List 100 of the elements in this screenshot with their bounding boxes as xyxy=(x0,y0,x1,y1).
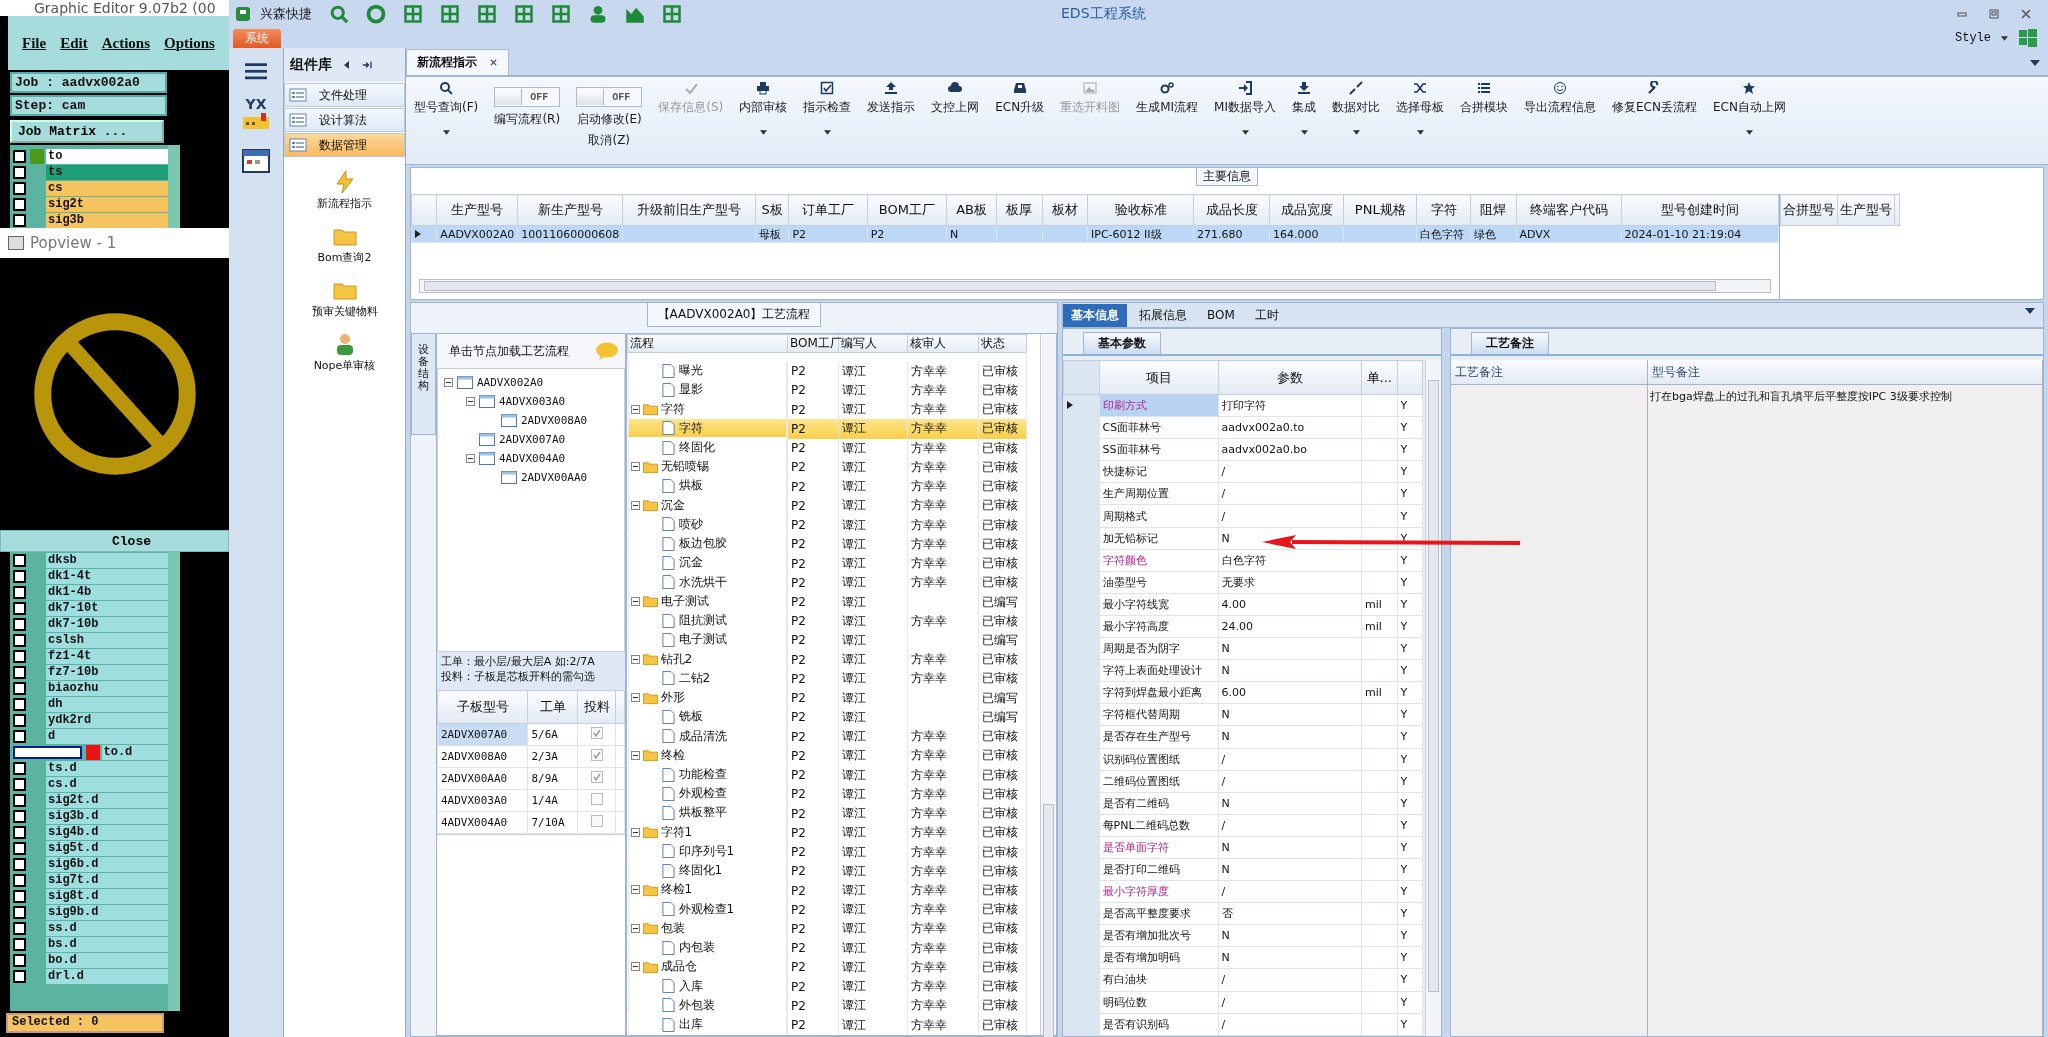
tree-node[interactable]: 字符 xyxy=(660,400,685,418)
menu-item[interactable]: Actions xyxy=(101,34,150,52)
caret-icon[interactable] xyxy=(1300,130,1308,135)
tree-node[interactable]: 字符1 xyxy=(660,823,693,841)
layer-row[interactable]: dk7-10t xyxy=(46,600,168,616)
layer-row[interactable]: sig7t.d xyxy=(46,872,168,888)
tree-node[interactable]: 曝光 xyxy=(678,362,703,380)
caret-icon[interactable] xyxy=(442,130,450,135)
tree-node[interactable]: 显影 xyxy=(678,381,703,399)
tree-node[interactable]: 外形 xyxy=(660,689,685,707)
job-matrix-button[interactable]: Job Matrix ... xyxy=(10,120,164,143)
tree-node[interactable]: 终固化 xyxy=(678,439,715,456)
layer-row[interactable]: dk1-4b xyxy=(46,584,168,600)
layer-checkbox[interactable] xyxy=(13,197,26,211)
column-header[interactable]: 升级前旧生产型号 xyxy=(622,194,756,226)
tree-node[interactable]: 铣板 xyxy=(678,708,703,726)
collapse-icon[interactable] xyxy=(466,454,475,463)
layer-row[interactable]: sig4b.d xyxy=(46,824,168,840)
column-header[interactable]: 订单工厂 xyxy=(788,194,868,226)
collapse-icon[interactable] xyxy=(630,596,640,606)
menu-icon[interactable] xyxy=(245,62,267,80)
collapse-icon[interactable] xyxy=(630,654,640,664)
layer-checkbox[interactable] xyxy=(13,809,26,823)
toolbar-button[interactable]: MI数据导入 xyxy=(1214,99,1276,116)
tool-label[interactable]: Bom查询2 xyxy=(317,250,372,265)
style-menu[interactable]: Style xyxy=(1955,31,1991,45)
tab[interactable]: 拓展信息 xyxy=(1131,303,1195,327)
layer-checkbox[interactable] xyxy=(13,761,26,775)
tree-node[interactable]: 水洗烘干 xyxy=(678,573,727,591)
layer-row[interactable]: dk7-10b xyxy=(46,616,168,632)
tree-node[interactable]: 字符 xyxy=(678,419,703,437)
tree-node[interactable]: 喷砂 xyxy=(678,515,703,533)
toolbar-button[interactable]: 指示检查 xyxy=(803,99,852,116)
layer-row[interactable]: ydk2rd xyxy=(46,712,168,728)
tree-node[interactable]: AADVX002A0 xyxy=(477,376,544,389)
column-header[interactable]: 参数 xyxy=(1218,360,1362,395)
checkbox-icon[interactable] xyxy=(820,81,835,95)
column-header[interactable]: 型号创建时间 xyxy=(1621,194,1779,226)
toolbar-button[interactable]: 集成 xyxy=(1292,99,1316,116)
cancel-button[interactable]: 取消(Z) xyxy=(588,132,631,149)
collapse-icon[interactable] xyxy=(630,827,640,837)
collapse-icon[interactable] xyxy=(630,885,640,895)
caret-icon[interactable] xyxy=(1416,130,1424,135)
layer-checkbox[interactable] xyxy=(13,729,26,743)
toolbar-button[interactable]: ECN自动上网 xyxy=(1712,99,1786,116)
table-icon[interactable] xyxy=(403,4,423,24)
layer-checkbox[interactable] xyxy=(13,825,26,839)
tree-node[interactable]: 沉金 xyxy=(660,496,685,514)
column-header[interactable]: 成品长度 xyxy=(1193,194,1270,226)
toolbar-button[interactable]: 导出流程信息 xyxy=(1524,99,1596,116)
layer-row[interactable]: cslsh xyxy=(46,632,168,648)
tree-node[interactable]: 印序列号1 xyxy=(678,842,735,860)
tree-node[interactable]: 2ADVX00AA0 xyxy=(521,471,588,484)
column-header[interactable]: S板 xyxy=(755,194,789,226)
layer-checkbox[interactable] xyxy=(13,745,82,759)
collapse-icon[interactable] xyxy=(630,750,640,760)
layer-checkbox[interactable] xyxy=(13,953,26,967)
tool-label[interactable]: 预审关键物料 xyxy=(311,304,378,319)
menu-item[interactable]: Options xyxy=(164,34,215,52)
layer-row[interactable]: sig9b.d xyxy=(46,904,168,920)
grid-icon[interactable] xyxy=(551,4,571,24)
maximize-icon[interactable] xyxy=(1988,8,2000,20)
tree-node[interactable]: 无铅喷锡 xyxy=(660,458,709,476)
search-icon[interactable] xyxy=(439,81,454,95)
pin-icon[interactable] xyxy=(362,60,372,70)
tree-node[interactable]: 电子测试 xyxy=(678,631,727,649)
check-icon[interactable] xyxy=(683,81,698,95)
column-header[interactable]: 生产型号 xyxy=(1837,194,1895,226)
vertical-scrollbar[interactable] xyxy=(1040,334,1056,1035)
caret-icon[interactable] xyxy=(759,130,767,135)
layer-checkbox[interactable] xyxy=(13,937,26,951)
tree-node[interactable]: 阻抗测试 xyxy=(678,612,727,630)
checkbox[interactable] xyxy=(590,815,603,827)
smiley-icon[interactable] xyxy=(1553,81,1567,95)
layer-checkbox[interactable] xyxy=(13,585,26,599)
layer-checkbox[interactable] xyxy=(13,921,26,935)
tree-node[interactable]: 成品清洗 xyxy=(678,727,727,745)
layer-checkbox[interactable] xyxy=(13,213,26,227)
star-icon[interactable] xyxy=(1742,81,1757,95)
toolbar-button[interactable]: 发送指示 xyxy=(867,99,916,116)
tree-node[interactable]: 2ADVX008A0 xyxy=(521,414,588,427)
tab[interactable]: 基本参数 xyxy=(1083,332,1161,354)
caret-icon[interactable] xyxy=(823,130,831,135)
shuffle-icon[interactable] xyxy=(1413,81,1427,95)
layer-row[interactable]: cs.d xyxy=(46,776,168,792)
layer-checkbox[interactable] xyxy=(13,697,26,711)
layer-checkbox[interactable] xyxy=(13,181,26,195)
calendar-icon[interactable] xyxy=(241,148,271,174)
collapse-icon[interactable] xyxy=(630,923,640,933)
layer-checkbox[interactable] xyxy=(13,165,26,179)
layer-row[interactable]: ss.d xyxy=(46,920,168,936)
layer-checkbox[interactable] xyxy=(13,553,26,567)
collapse-icon[interactable] xyxy=(630,462,640,472)
caret-icon[interactable] xyxy=(2030,60,2040,66)
tool-label[interactable]: 新流程指示 xyxy=(317,196,372,211)
layer-row[interactable]: fz1-4t xyxy=(46,648,168,664)
layer-checkbox[interactable] xyxy=(13,617,26,631)
toolbar-button[interactable]: 生成MI流程 xyxy=(1136,99,1199,116)
collapse-icon[interactable] xyxy=(630,404,640,414)
column-header[interactable]: 投料 xyxy=(577,690,616,724)
